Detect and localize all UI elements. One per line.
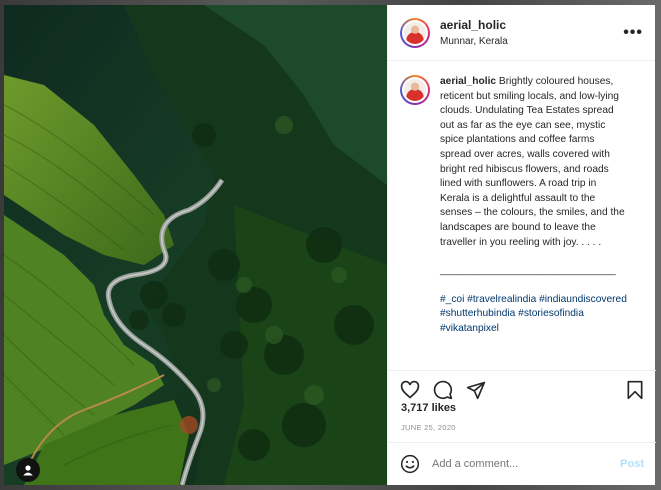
comment-input[interactable] [432,458,621,470]
emoji-icon[interactable] [400,454,420,474]
post-comment-button[interactable]: Post [620,458,644,470]
user-tag-icon[interactable] [16,458,40,482]
caption-area: aerial_holic Brightly coloured houses, r… [388,61,655,371]
post-date[interactable]: JUNE 25, 2020 [401,423,456,432]
heart-icon[interactable] [400,380,420,400]
caption-text: Brightly coloured houses, reticent but s… [440,76,625,248]
caption-username[interactable]: aerial_holic [440,76,496,87]
post-side-panel: aerial_holic Munnar, Kerala ••• aerial_h… [387,5,656,485]
caption-separator: _______________________________ [440,265,616,277]
share-icon[interactable] [466,380,486,400]
post-modal: aerial_holic Munnar, Kerala ••• aerial_h… [0,0,661,490]
post-photo[interactable] [4,5,387,485]
caption-hashtags[interactable]: #_coi #travelrealindia #indiaundiscovere… [440,293,628,337]
header-username[interactable]: aerial_holic [440,18,623,32]
caption: aerial_holic Brightly coloured houses, r… [440,75,628,371]
bookmark-icon[interactable] [626,380,644,400]
like-count[interactable]: 3,717 likes [401,402,456,414]
avatar[interactable] [400,17,430,48]
header-location[interactable]: Munnar, Kerala [440,36,623,47]
caption-avatar[interactable] [400,75,430,105]
aerial-landscape-image [4,5,387,485]
more-horizontal-icon[interactable]: ••• [623,24,643,42]
add-comment-bar: Post [388,442,656,485]
post-header: aerial_holic Munnar, Kerala ••• [388,5,655,61]
comment-icon[interactable] [433,380,453,400]
